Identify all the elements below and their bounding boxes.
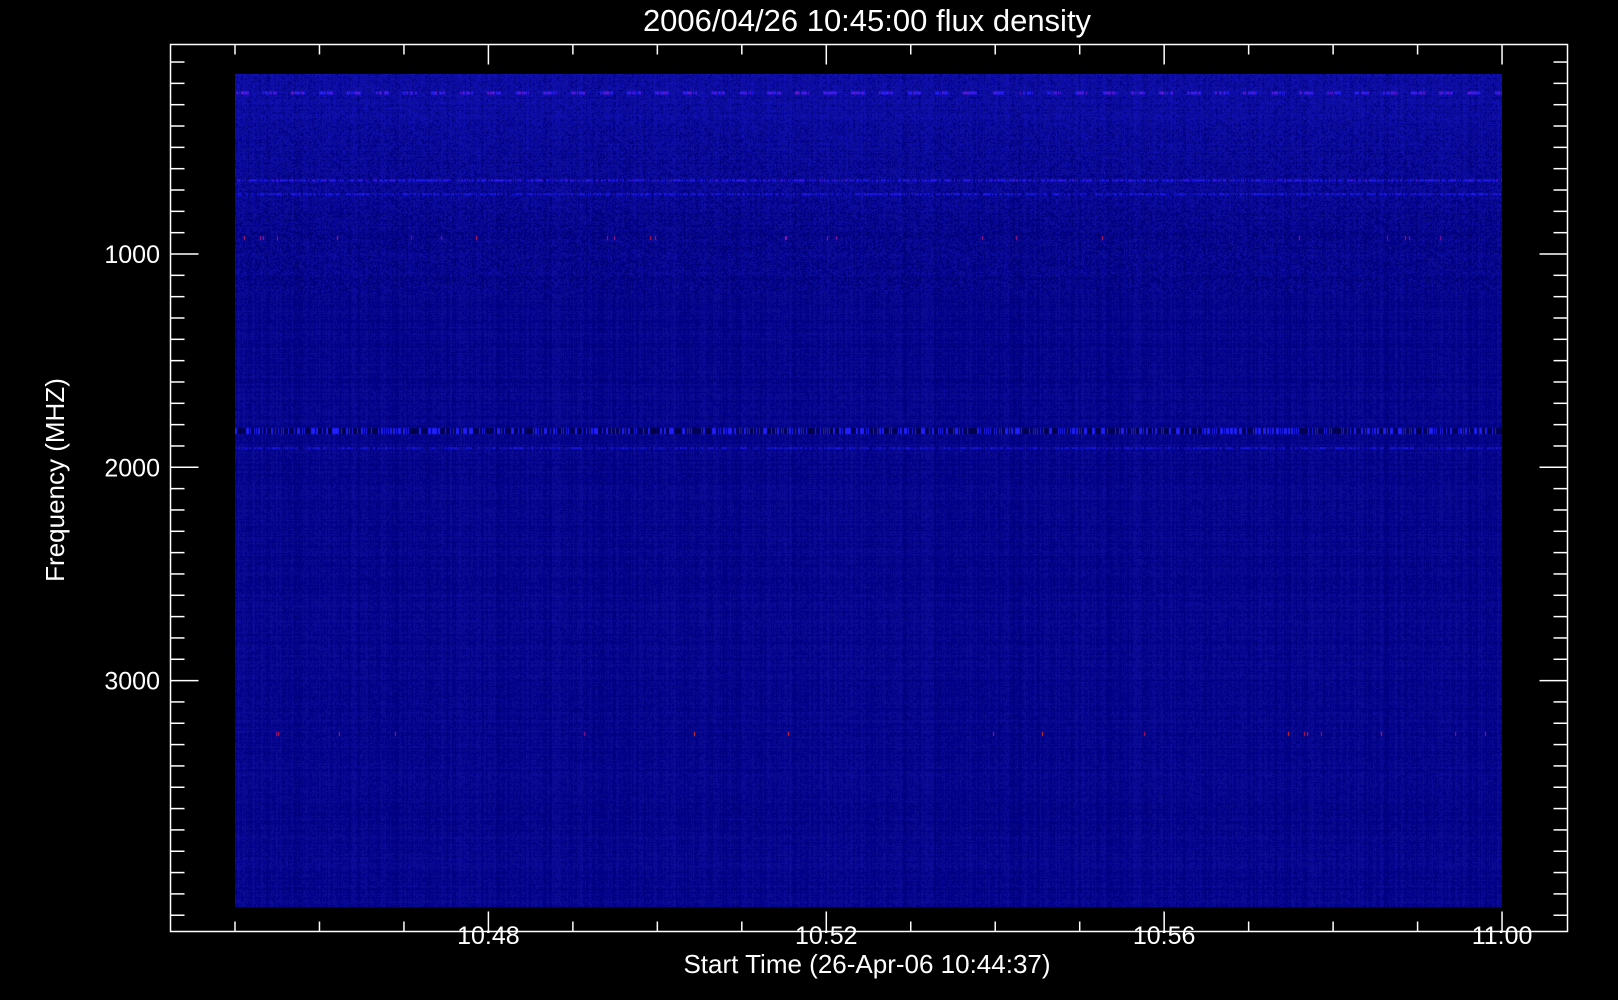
y-tick-label: 1000 xyxy=(104,241,160,269)
x-tick-label: 11:00 xyxy=(1472,922,1533,950)
y-axis-label: Frequency (MHZ) xyxy=(40,378,70,582)
plot-frame xyxy=(169,43,1569,933)
chart-axes: 2006/04/26 10:45:00 flux density Start T… xyxy=(40,3,1569,979)
y-tick-label: 2000 xyxy=(104,454,160,482)
chart-title: 2006/04/26 10:45:00 flux density xyxy=(643,3,1092,38)
y-tick-label: 3000 xyxy=(104,668,160,696)
x-axis-label: Start Time (26-Apr-06 10:44:37) xyxy=(683,949,1050,979)
x-tick-label: 10:56 xyxy=(1133,922,1196,950)
x-tick-label: 10:52 xyxy=(795,922,858,950)
x-tick-label: 10:48 xyxy=(457,922,520,950)
